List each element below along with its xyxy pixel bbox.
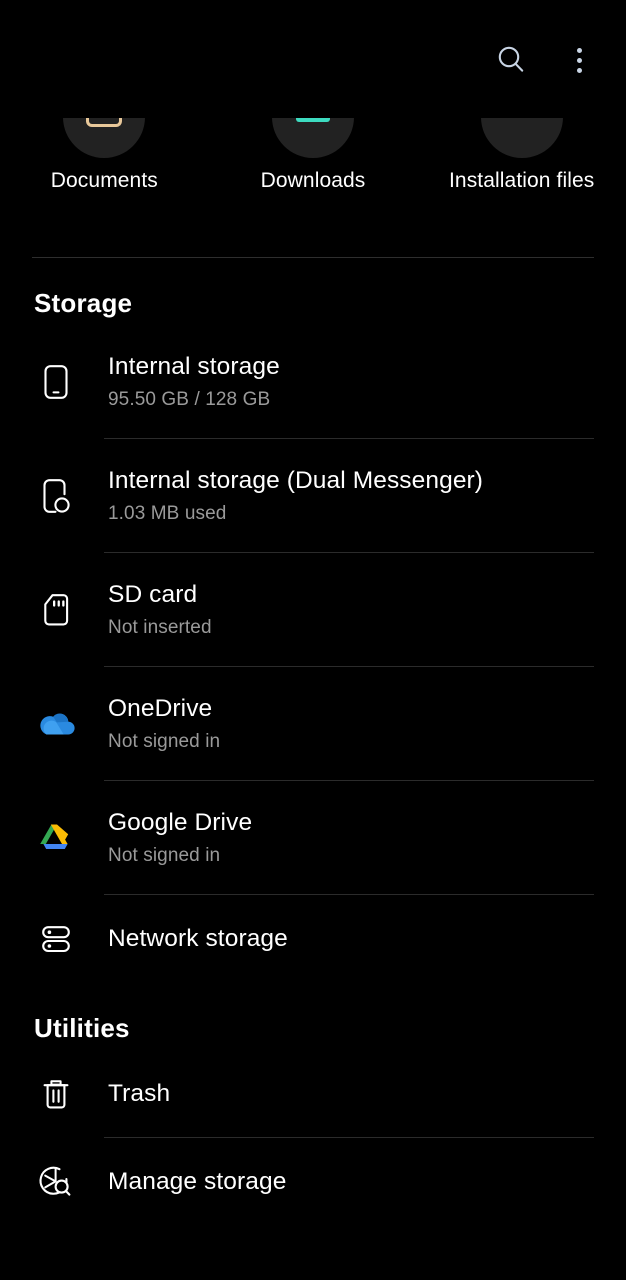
list-item-subtitle: 1.03 MB used	[108, 502, 227, 524]
shortcut-installation-files[interactable]: Installation files	[417, 118, 626, 238]
shortcut-label: Documents	[50, 169, 158, 192]
onedrive-cloud-icon	[34, 702, 78, 746]
list-item-google-drive[interactable]: Google Drive Not signed in	[0, 781, 626, 895]
sd-card-icon	[34, 588, 78, 632]
list-item-internal-storage[interactable]: Internal storage 95.50 GB / 128 GB	[0, 325, 626, 439]
search-icon	[498, 46, 524, 72]
shortcut-downloads[interactable]: Downloads	[209, 118, 418, 238]
more-options-button[interactable]	[556, 37, 602, 83]
list-item-trash[interactable]: Trash	[0, 1050, 626, 1138]
apk-files-icon	[480, 118, 563, 158]
downloads-folder-icon	[272, 118, 354, 158]
shortcut-label: Downloads	[260, 169, 366, 192]
list-item-sd-card[interactable]: SD card Not inserted	[0, 553, 626, 667]
dual-messenger-icon	[34, 474, 78, 518]
list-item-manage-storage[interactable]: Manage storage	[0, 1138, 626, 1226]
google-drive-icon	[34, 816, 78, 860]
section-title-storage: Storage	[34, 288, 133, 318]
list-item-title: Network storage	[108, 924, 288, 952]
list-item-title: Manage storage	[108, 1167, 287, 1195]
list-item-title: Google Drive	[108, 809, 253, 837]
list-item-network-storage[interactable]: Network storage	[0, 895, 626, 983]
list-item-subtitle: Not signed in	[108, 844, 221, 866]
storage-list: Internal storage 95.50 GB / 128 GB Inter…	[0, 325, 626, 983]
list-item-onedrive[interactable]: OneDrive Not signed in	[0, 667, 626, 781]
more-options-icon	[564, 38, 594, 82]
list-item-subtitle: 95.50 GB / 128 GB	[108, 388, 271, 410]
search-button[interactable]	[488, 37, 534, 83]
phone-icon	[34, 360, 78, 404]
documents-folder-icon	[63, 118, 146, 158]
app-bar-actions	[488, 37, 602, 83]
list-item-subtitle: Not signed in	[108, 730, 221, 752]
list-item-title: OneDrive	[108, 695, 213, 723]
trash-icon	[34, 1072, 78, 1116]
list-item-title: SD card	[108, 581, 198, 609]
settings-list: Storage Internal storage 95.50 GB / 128 …	[0, 258, 626, 1226]
list-item-title: Trash	[108, 1079, 171, 1107]
manage-storage-icon	[34, 1160, 78, 1204]
utilities-list: Trash Manage storage	[0, 1050, 626, 1226]
app-bar	[0, 0, 626, 120]
shortcut-documents[interactable]: Documents	[0, 118, 209, 238]
list-item-title: Internal storage (Dual Messenger)	[108, 467, 484, 495]
section-title-utilities: Utilities	[34, 1013, 130, 1043]
network-storage-icon	[34, 917, 78, 961]
list-item-internal-storage-dual-messenger[interactable]: Internal storage (Dual Messenger) 1.03 M…	[0, 439, 626, 553]
list-item-title: Internal storage	[108, 353, 280, 381]
list-item-subtitle: Not inserted	[108, 616, 212, 638]
category-shortcuts: Documents Downloads Installation files	[0, 118, 626, 238]
shortcut-label: Installation files	[448, 169, 595, 192]
